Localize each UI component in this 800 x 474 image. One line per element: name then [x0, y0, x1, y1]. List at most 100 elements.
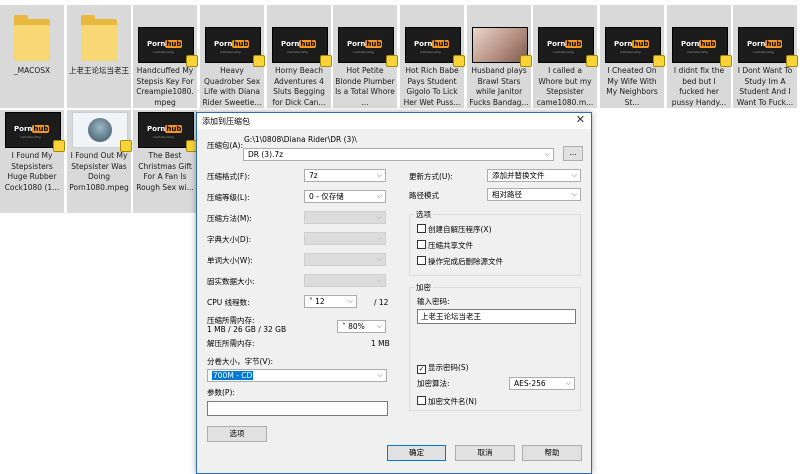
- mem-percent-select[interactable]: ˄ 80% ⌵: [337, 320, 386, 333]
- file-item-video[interactable]: Pornhub community I Dont Want To Study Im…: [733, 5, 798, 108]
- chevron-down-icon: ⌵: [376, 234, 382, 242]
- file-name: The Best Christmas Gift For A Fan Is Rou…: [136, 151, 194, 192]
- file-item-video[interactable]: Pornhub community Hot Petite Blonde Plumb…: [333, 5, 398, 108]
- update-select[interactable]: 添加并替换文件 ⌵: [487, 169, 581, 182]
- dialog-titlebar[interactable]: 添加到压缩包 ✕: [197, 113, 591, 129]
- logo-icon: Pornhub: [147, 125, 183, 133]
- chevron-down-icon: ⌵: [377, 371, 383, 379]
- dict-select[interactable]: ⌵: [304, 232, 386, 245]
- mem-comp-value: 1 MB / 26 GB / 32 GB: [207, 325, 287, 334]
- checkbox-icon: [417, 396, 426, 405]
- help-button[interactable]: 帮助: [522, 445, 582, 461]
- file-item-folder[interactable]: _MACOSX: [0, 5, 64, 108]
- cpu-total: / 12: [374, 298, 389, 307]
- video-thumbnail: Pornhub community: [538, 27, 598, 67]
- file-item-video[interactable]: Pornhub community Horny Beach Adventures …: [267, 5, 332, 108]
- file-name: I Found My Stepsisters Huge Rubber Cock1…: [4, 151, 60, 192]
- file-item-video[interactable]: Pornhub community I Cheated On My Wife Wi…: [600, 5, 665, 108]
- video-thumbnail: Pornhub community: [338, 27, 398, 67]
- checkbox-icon: [417, 256, 426, 265]
- logo-icon: Pornhub: [614, 40, 650, 48]
- logo-icon: Pornhub: [681, 40, 717, 48]
- split-label: 分卷大小，字节(V):: [207, 357, 274, 366]
- options-group-title: 选项: [414, 209, 433, 220]
- shared-checkbox[interactable]: 压缩共享文件: [417, 240, 473, 251]
- file-item-video[interactable]: Pornhub community Hot Rich Babe Pays Stud…: [400, 5, 465, 108]
- file-item-video[interactable]: Pornhub community I didnt fix the bed but…: [667, 5, 732, 108]
- chevron-down-icon: ⌵: [565, 379, 571, 387]
- cpu-select[interactable]: ˄ 12 ⌵: [304, 295, 357, 308]
- add-to-archive-dialog: 添加到压缩包 ✕ 压缩包(A): G:\1\0808\Diana Rider\D…: [196, 112, 592, 474]
- file-name: Handcuffed My Stepsis Key For Creampie10…: [136, 66, 194, 107]
- video-thumbnail: Pornhub community: [5, 112, 65, 152]
- sfx-checkbox[interactable]: 创建自解压程序(X): [417, 224, 492, 235]
- file-item-video[interactable]: Pornhub community I Found My Stepsisters …: [0, 110, 65, 213]
- cancel-button[interactable]: 取消: [455, 445, 515, 461]
- logo-icon: Pornhub: [747, 40, 783, 48]
- cpu-label: CPU 线程数:: [207, 298, 250, 307]
- chevron-down-icon: ⌵: [571, 171, 577, 179]
- ok-button[interactable]: 确定: [387, 445, 446, 461]
- encrypt-method-label: 加密算法:: [417, 379, 450, 388]
- file-name: Hot Petite Blonde Plumber Is a Total Who…: [335, 66, 395, 107]
- split-select[interactable]: 700M - CD ⌵: [207, 369, 387, 382]
- format-select[interactable]: 7z ⌵: [304, 169, 386, 182]
- checkmark-icon: ✓: [417, 365, 426, 374]
- chevron-down-icon: ⌵: [347, 297, 353, 305]
- file-item-video[interactable]: Pornhub community The Best Christmas Gift…: [133, 110, 198, 213]
- options-button[interactable]: 选项: [207, 426, 267, 442]
- params-input[interactable]: [207, 401, 388, 416]
- file-item-video[interactable]: Pornhub community I called a Whore but my…: [533, 5, 598, 108]
- file-name: Hot Rich Babe Pays Student Gigolo To Lic…: [403, 66, 461, 107]
- encrypt-names-checkbox[interactable]: 加密文件名(N): [417, 396, 477, 407]
- file-name: Heavy Quadrober Sex Life with Diana Ride…: [202, 66, 262, 107]
- encrypt-method-select[interactable]: AES-256 ⌵: [509, 377, 575, 390]
- file-item-video[interactable]: Pornhub community Heavy Quadrober Sex Lif…: [200, 5, 265, 108]
- browse-button[interactable]: ...: [563, 146, 583, 161]
- video-thumbnail: Pornhub community: [405, 27, 465, 67]
- chevron-down-icon: ⌵: [571, 190, 577, 198]
- archive-name-input[interactable]: DR (3).7z ⌵: [243, 148, 554, 161]
- solid-label: 固实数据大小:: [207, 277, 255, 286]
- video-thumbnail: Pornhub community: [672, 27, 732, 67]
- file-item-video[interactable]: Pornhub community Handcuffed My Stepsis K…: [133, 5, 198, 108]
- checkbox-icon: [417, 224, 426, 233]
- file-name: I didnt fix the bed but I fucked her pus…: [671, 66, 727, 107]
- password-label: 输入密码:: [417, 297, 450, 306]
- folder-icon: [14, 15, 50, 61]
- logo-icon: Pornhub: [147, 40, 183, 48]
- video-thumbnail: Pornhub community: [738, 27, 798, 67]
- path-label: 路径模式: [409, 191, 439, 200]
- file-item-video[interactable]: I Found Out My Stepsister Was Doing Porn…: [67, 110, 132, 213]
- delete-source-checkbox[interactable]: 操作完成后删除源文件: [417, 256, 503, 267]
- file-name: I called a Whore but my Stepsister came1…: [536, 66, 594, 107]
- logo-icon: Pornhub: [347, 40, 383, 48]
- solid-select[interactable]: ⌵: [304, 274, 386, 287]
- file-item-video[interactable]: Husband plays Brawl Stars while Janitor …: [467, 5, 532, 108]
- file-name: I Dont Want To Study Im A Student And I …: [736, 66, 794, 107]
- video-thumbnail: Pornhub community: [138, 112, 198, 152]
- video-thumbnail: [72, 112, 132, 152]
- checkbox-icon: [417, 240, 426, 249]
- logo-icon: Pornhub: [414, 40, 450, 48]
- file-item-folder[interactable]: 上老王论坛当老王: [67, 5, 131, 108]
- chevron-down-icon: ⌵: [376, 213, 382, 221]
- chevron-down-icon: ⌵: [376, 192, 382, 200]
- level-select[interactable]: 0 - 仅存储 ⌵: [304, 190, 386, 203]
- format-label: 压缩格式(F):: [207, 172, 250, 181]
- mem-decomp-value: 1 MB: [371, 339, 390, 348]
- path-select[interactable]: 相对路径 ⌵: [487, 188, 581, 201]
- video-thumbnail: [472, 27, 532, 67]
- logo-icon: Pornhub: [281, 40, 317, 48]
- update-label: 更新方式(U):: [409, 172, 453, 181]
- chevron-down-icon: ⌵: [544, 150, 550, 158]
- password-input[interactable]: 上老王论坛当老王: [417, 309, 576, 324]
- logo-icon: Pornhub: [214, 40, 250, 48]
- word-select[interactable]: ⌵: [304, 253, 386, 266]
- encrypt-group-title: 加密: [414, 282, 433, 293]
- close-icon[interactable]: ✕: [576, 114, 585, 126]
- video-thumbnail: Pornhub community: [272, 27, 332, 67]
- method-select[interactable]: ⌵: [304, 211, 386, 224]
- show-password-checkbox[interactable]: ✓ 显示密码(S): [417, 363, 469, 374]
- logo-icon: Pornhub: [547, 40, 583, 48]
